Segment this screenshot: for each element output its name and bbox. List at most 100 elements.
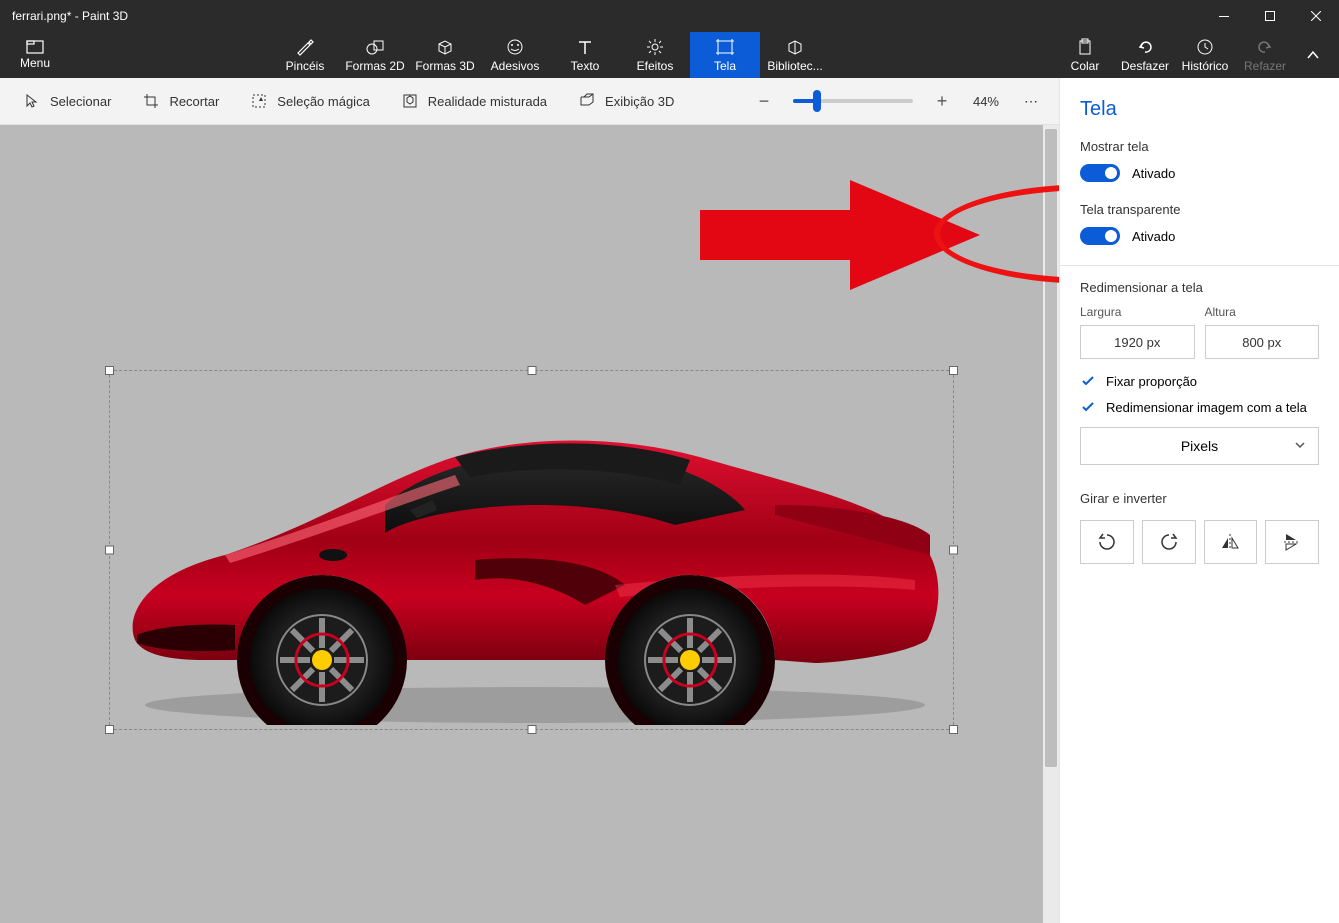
- zoom-out-button[interactable]: −: [749, 86, 779, 116]
- resize-handle-bl[interactable]: [105, 725, 114, 734]
- check-icon: [1080, 373, 1096, 389]
- sub-label: Selecionar: [50, 94, 111, 109]
- tool-canvas[interactable]: Tela: [690, 32, 760, 78]
- canvas-selection[interactable]: [109, 370, 954, 730]
- crop-icon: [143, 93, 159, 109]
- sub-label: Recortar: [169, 94, 219, 109]
- collapse-ribbon-button[interactable]: [1295, 32, 1331, 78]
- sub-toolbar: Selecionar Recortar Seleção mágica Reali…: [0, 78, 1059, 125]
- canvas-icon: [715, 38, 735, 56]
- flip-horizontal-button[interactable]: [1204, 520, 1258, 564]
- resize-handle-mr[interactable]: [949, 546, 958, 555]
- undo-icon: [1136, 38, 1154, 56]
- annotation-ellipse-icon: [934, 184, 1059, 284]
- units-dropdown[interactable]: Pixels: [1080, 427, 1319, 465]
- tool-label: Efeitos: [637, 59, 674, 73]
- view3d-button[interactable]: Exibição 3D: [565, 87, 688, 115]
- tool-effects[interactable]: Efeitos: [620, 32, 690, 78]
- lock-ratio-checkbox[interactable]: Fixar proporção: [1080, 373, 1319, 389]
- flip-vertical-button[interactable]: [1265, 520, 1319, 564]
- width-input[interactable]: 1920 px: [1080, 325, 1195, 359]
- resize-handle-tm[interactable]: [527, 366, 536, 375]
- canvas-workspace[interactable]: [0, 125, 1059, 923]
- rotate-flip-label: Girar e inverter: [1080, 491, 1319, 506]
- canvas-scrollbar[interactable]: [1043, 125, 1059, 923]
- tool-label: Adesivos: [491, 59, 540, 73]
- rotate-ccw-icon: [1097, 532, 1117, 552]
- height-label: Altura: [1205, 305, 1320, 319]
- resize-canvas-label: Redimensionar a tela: [1080, 280, 1319, 295]
- canvas-side-panel: Tela Mostrar tela Ativado Tela transpare…: [1059, 78, 1339, 923]
- units-value: Pixels: [1181, 438, 1218, 454]
- tool-shapes2d[interactable]: Formas 2D: [340, 32, 410, 78]
- show-canvas-label: Mostrar tela: [1080, 139, 1319, 154]
- tool-library[interactable]: Bibliotec...: [760, 32, 830, 78]
- tool-label: Texto: [571, 59, 600, 73]
- transparent-canvas-toggle[interactable]: [1080, 227, 1120, 245]
- sticker-icon: [505, 38, 525, 56]
- rotate-cw-button[interactable]: [1142, 520, 1196, 564]
- shapes2d-icon: [365, 38, 385, 56]
- resize-image-checkbox[interactable]: Redimensionar imagem com a tela: [1080, 399, 1319, 415]
- resize-handle-tl[interactable]: [105, 366, 114, 375]
- redo-button[interactable]: Refazer: [1235, 32, 1295, 78]
- lock-ratio-label: Fixar proporção: [1106, 374, 1197, 389]
- menu-label: Menu: [20, 56, 50, 70]
- zoom-percent[interactable]: 44%: [961, 94, 1011, 109]
- undo-button[interactable]: Desfazer: [1115, 32, 1175, 78]
- crop-button[interactable]: Recortar: [129, 87, 233, 115]
- tool-text[interactable]: Texto: [550, 32, 620, 78]
- mixed-reality-button[interactable]: Realidade misturada: [388, 87, 561, 115]
- history-button[interactable]: Histórico: [1175, 32, 1235, 78]
- close-button[interactable]: [1293, 0, 1339, 32]
- tool-stickers[interactable]: Adesivos: [480, 32, 550, 78]
- width-label: Largura: [1080, 305, 1195, 319]
- rotate-ccw-button[interactable]: [1080, 520, 1134, 564]
- rotate-cw-icon: [1159, 532, 1179, 552]
- resize-handle-tr[interactable]: [949, 366, 958, 375]
- resize-handle-bm[interactable]: [527, 725, 536, 734]
- flip-h-icon: [1220, 532, 1240, 552]
- shapes3d-icon: [435, 38, 455, 56]
- right-tools: Colar Desfazer Histórico Refazer: [1055, 32, 1339, 78]
- sub-label: Realidade misturada: [428, 94, 547, 109]
- minimize-button[interactable]: [1201, 0, 1247, 32]
- sub-label: Exibição 3D: [605, 94, 674, 109]
- zoom-in-button[interactable]: +: [927, 86, 957, 116]
- transparent-canvas-state: Ativado: [1132, 229, 1175, 244]
- height-input[interactable]: 800 px: [1205, 325, 1320, 359]
- history-icon: [1196, 38, 1214, 56]
- maximize-button[interactable]: [1247, 0, 1293, 32]
- cursor-icon: [24, 93, 40, 109]
- flip-v-icon: [1282, 532, 1302, 552]
- tool-label: Formas 3D: [415, 59, 474, 73]
- resize-image-label: Redimensionar imagem com a tela: [1106, 400, 1307, 415]
- redo-icon: [1256, 38, 1274, 56]
- select-button[interactable]: Selecionar: [10, 87, 125, 115]
- magic-icon: [251, 93, 267, 109]
- annotation-arrow-icon: [700, 180, 990, 320]
- brush-icon: [295, 38, 315, 56]
- tool-label: Bibliotec...: [767, 59, 822, 73]
- show-canvas-toggle[interactable]: [1080, 164, 1120, 182]
- tool-brushes[interactable]: Pincéis: [270, 32, 340, 78]
- tool-shapes3d[interactable]: Formas 3D: [410, 32, 480, 78]
- mixed-reality-icon: [402, 93, 418, 109]
- text-icon: [575, 38, 595, 56]
- menu-button[interactable]: Menu: [0, 32, 70, 78]
- magic-select-button[interactable]: Seleção mágica: [237, 87, 384, 115]
- transparent-canvas-label: Tela transparente: [1080, 202, 1319, 217]
- resize-handle-ml[interactable]: [105, 546, 114, 555]
- more-options-button[interactable]: ⋯: [1015, 86, 1049, 116]
- tool-label: Formas 2D: [345, 59, 404, 73]
- ribbon: Menu Pincéis Formas 2D Formas 3D Adesivo…: [0, 32, 1339, 78]
- paste-button[interactable]: Colar: [1055, 32, 1115, 78]
- window-title: ferrari.png* - Paint 3D: [0, 9, 1201, 23]
- zoom-slider[interactable]: [793, 99, 913, 103]
- zoom-thumb[interactable]: [813, 90, 821, 112]
- panel-title: Tela: [1080, 98, 1319, 121]
- effects-icon: [645, 38, 665, 56]
- rtool-label: Desfazer: [1121, 59, 1169, 73]
- resize-handle-br[interactable]: [949, 725, 958, 734]
- tool-label: Tela: [714, 59, 736, 73]
